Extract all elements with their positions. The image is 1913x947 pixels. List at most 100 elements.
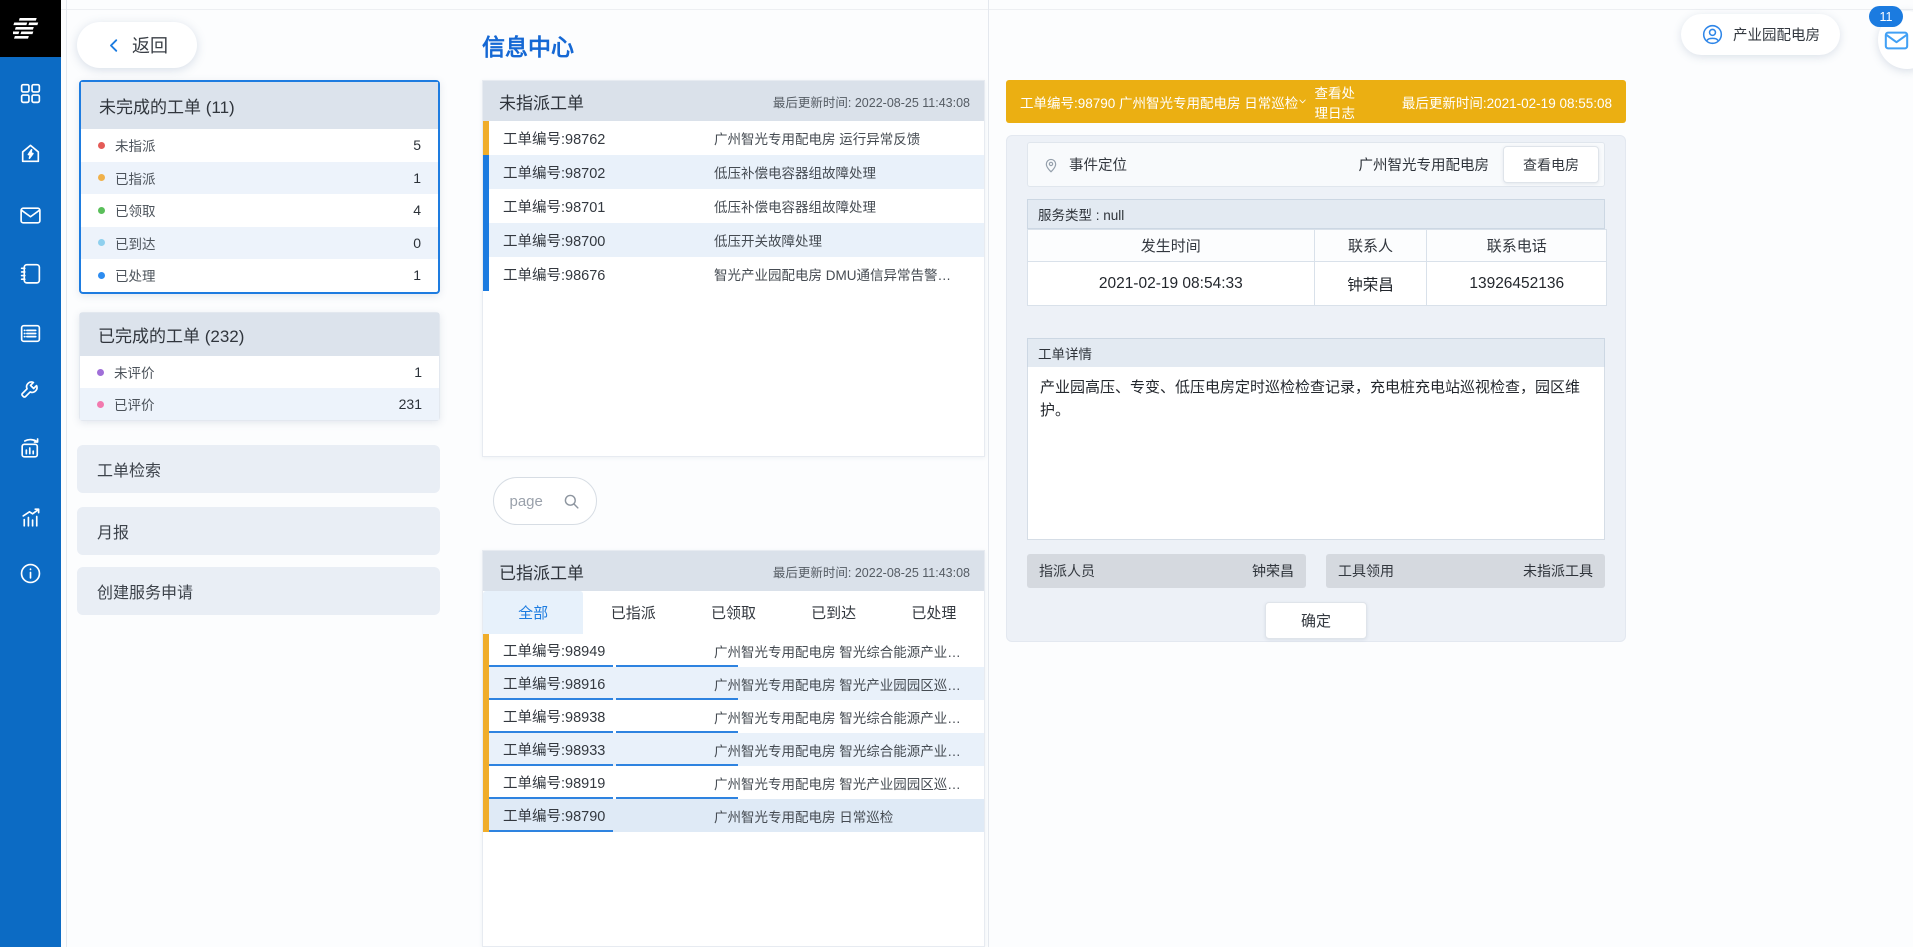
- status-dot: [97, 401, 104, 408]
- status-count: 1: [414, 364, 422, 380]
- order-id: 工单编号:98949: [503, 640, 605, 661]
- page-search-input[interactable]: [510, 493, 552, 510]
- order-row-selected[interactable]: 工单编号:98790 广州智光专用配电房 日常巡检: [483, 799, 984, 832]
- contact-table-header-row: 发生时间 联系人 联系电话: [1028, 230, 1607, 262]
- order-row[interactable]: 工单编号:98938 广州智光专用配电房 智光综合能源产业…: [483, 700, 984, 733]
- order-id: 工单编号:98700: [503, 230, 605, 251]
- status-label: 已指派: [115, 168, 156, 188]
- status-label: 已处理: [115, 265, 156, 285]
- status-row-rated[interactable]: 已评价 231: [80, 388, 439, 420]
- col-contact-name: 联系人: [1314, 230, 1427, 262]
- status-row-assigned[interactable]: 已指派 1: [81, 162, 438, 195]
- sidebar-item-order-search[interactable]: 工单检索: [77, 445, 440, 493]
- priority-bar: [483, 667, 489, 700]
- order-details-label: 工单详情: [1038, 343, 1092, 363]
- priority-bar: [483, 189, 489, 223]
- status-dot: [98, 142, 105, 149]
- order-desc: 广州智光专用配电房 运行异常反馈: [714, 128, 978, 148]
- contact-name-value: 钟荣昌: [1314, 262, 1427, 306]
- status-label: 已评价: [114, 394, 155, 414]
- chevron-down-icon: [1298, 94, 1307, 109]
- status-count: 231: [399, 396, 422, 412]
- back-button[interactable]: 返回: [77, 22, 197, 68]
- assignment-bars: 指派人员 钟荣昌 工具领用 未指派工具: [1027, 554, 1605, 588]
- sidebar-item-monthly-report[interactable]: 月报: [77, 507, 440, 555]
- nav-report-chart-icon[interactable]: [0, 431, 61, 465]
- status-row-processed[interactable]: 已处理 1: [81, 259, 438, 292]
- nav-info-icon[interactable]: [0, 556, 61, 590]
- status-label: 已到达: [115, 233, 156, 253]
- order-id: 工单编号:98701: [503, 196, 605, 217]
- tab-all[interactable]: 全部: [483, 591, 583, 634]
- status-row-claimed[interactable]: 已领取 4: [81, 194, 438, 227]
- assigned-tabs: 全部 已指派 已领取 已到达 已处理: [483, 591, 984, 634]
- priority-bar: [483, 634, 489, 667]
- nav-wrench-icon[interactable]: [0, 371, 61, 405]
- status-row-arrived[interactable]: 已到达 0: [81, 227, 438, 260]
- completed-orders-header[interactable]: 已完成的工单 (232): [80, 313, 439, 356]
- tools-bar[interactable]: 工具领用 未指派工具: [1326, 554, 1605, 588]
- nav-notebook-icon[interactable]: [0, 256, 61, 290]
- order-row[interactable]: 工单编号:98916 广州智光专用配电房 智光产业园园区巡…: [483, 667, 984, 700]
- completed-orders-title: 已完成的工单 (232): [98, 322, 244, 347]
- left-panel-divider: [66, 0, 67, 947]
- priority-bar: [483, 155, 489, 189]
- unassigned-orders-title: 未指派工单: [499, 89, 584, 114]
- assigned-orders-header: 已指派工单 最后更新时间: 2022-08-25 11:43:08: [483, 551, 984, 591]
- sidebar-item-create-service-request[interactable]: 创建服务申请: [77, 567, 440, 615]
- status-row-unrated[interactable]: 未评价 1: [80, 356, 439, 388]
- order-desc: 智光产业园配电房 DMU通信异常告警…: [714, 264, 978, 284]
- order-id: 工单编号:98702: [503, 162, 605, 183]
- order-row[interactable]: 工单编号:98949 广州智光专用配电房 智光综合能源产业…: [483, 634, 984, 667]
- status-count: 1: [413, 170, 421, 186]
- order-detail-banner: 工单编号:98790 广州智光专用配电房 日常巡检 查看处理日志 最后更新时间:…: [1006, 80, 1626, 123]
- incomplete-orders-header[interactable]: 未完成的工单 (11): [81, 82, 438, 129]
- view-process-log-link[interactable]: 查看处理日志: [1298, 82, 1364, 122]
- current-user-button[interactable]: 产业园配电房: [1681, 14, 1840, 55]
- order-id: 工单编号:98938: [503, 706, 605, 727]
- assignee-bar[interactable]: 指派人员 钟荣昌: [1027, 554, 1306, 588]
- completed-orders-card: 已完成的工单 (232) 未评价 1 已评价 231: [79, 312, 440, 421]
- status-label: 已领取: [115, 200, 156, 220]
- order-row[interactable]: 工单编号:98933 广州智光专用配电房 智光综合能源产业…: [483, 733, 984, 766]
- status-label: 未评价: [114, 362, 155, 382]
- order-row[interactable]: 工单编号:98919 广州智光专用配电房 智光产业园园区巡…: [483, 766, 984, 799]
- user-icon: [1701, 23, 1724, 46]
- tab-claimed[interactable]: 已领取: [683, 591, 783, 634]
- app-logo[interactable]: [0, 0, 61, 57]
- nav-apps-grid-icon[interactable]: [0, 76, 61, 110]
- status-row-unassigned[interactable]: 未指派 5: [81, 129, 438, 162]
- nav-mail-icon[interactable]: [0, 198, 61, 232]
- view-power-room-button[interactable]: 查看电房: [1503, 146, 1599, 183]
- link-label: 工单检索: [97, 457, 161, 481]
- order-row[interactable]: 工单编号:98700 低压开关故障处理: [483, 223, 984, 257]
- assignee-label: 指派人员: [1039, 561, 1095, 581]
- incomplete-orders-title: 未完成的工单 (11): [99, 93, 235, 118]
- status-dot: [98, 174, 105, 181]
- logo-icon: [13, 14, 49, 44]
- status-count: 5: [413, 137, 421, 153]
- confirm-button[interactable]: 确定: [1265, 602, 1367, 639]
- tab-arrived[interactable]: 已到达: [784, 591, 884, 634]
- order-row[interactable]: 工单编号:98701 低压补偿电容器组故障处理: [483, 189, 984, 223]
- nav-trend-chart-icon[interactable]: [0, 500, 61, 534]
- order-desc: 低压开关故障处理: [714, 230, 978, 250]
- event-location-label: 事件定位: [1069, 154, 1127, 175]
- status-dot: [98, 239, 105, 246]
- contact-table: 发生时间 联系人 联系电话 2021-02-19 08:54:33 钟荣昌 13…: [1027, 229, 1607, 306]
- chevron-left-icon: [106, 37, 123, 54]
- order-details-band: 工单详情: [1027, 338, 1605, 368]
- order-row[interactable]: 工单编号:98762 广州智光专用配电房 运行异常反馈: [483, 121, 984, 155]
- location-pin-icon: [1042, 156, 1060, 174]
- status-count: 1: [413, 267, 421, 283]
- tab-assigned[interactable]: 已指派: [583, 591, 683, 634]
- search-icon[interactable]: [562, 492, 581, 511]
- priority-bar: [483, 766, 489, 799]
- order-desc: 广州智光专用配电房 智光产业园园区巡…: [714, 773, 978, 793]
- order-row[interactable]: 工单编号:98676 智光产业园配电房 DMU通信异常告警…: [483, 257, 984, 291]
- nav-home-icon[interactable]: [0, 136, 61, 170]
- order-details-text: 产业园高压、专变、低压电房定时巡检检查记录，充电桩充电站巡视检查，园区维护。: [1027, 367, 1605, 540]
- tab-processed[interactable]: 已处理: [884, 591, 984, 634]
- order-row[interactable]: 工单编号:98702 低压补偿电容器组故障处理: [483, 155, 984, 189]
- nav-list-icon[interactable]: [0, 316, 61, 350]
